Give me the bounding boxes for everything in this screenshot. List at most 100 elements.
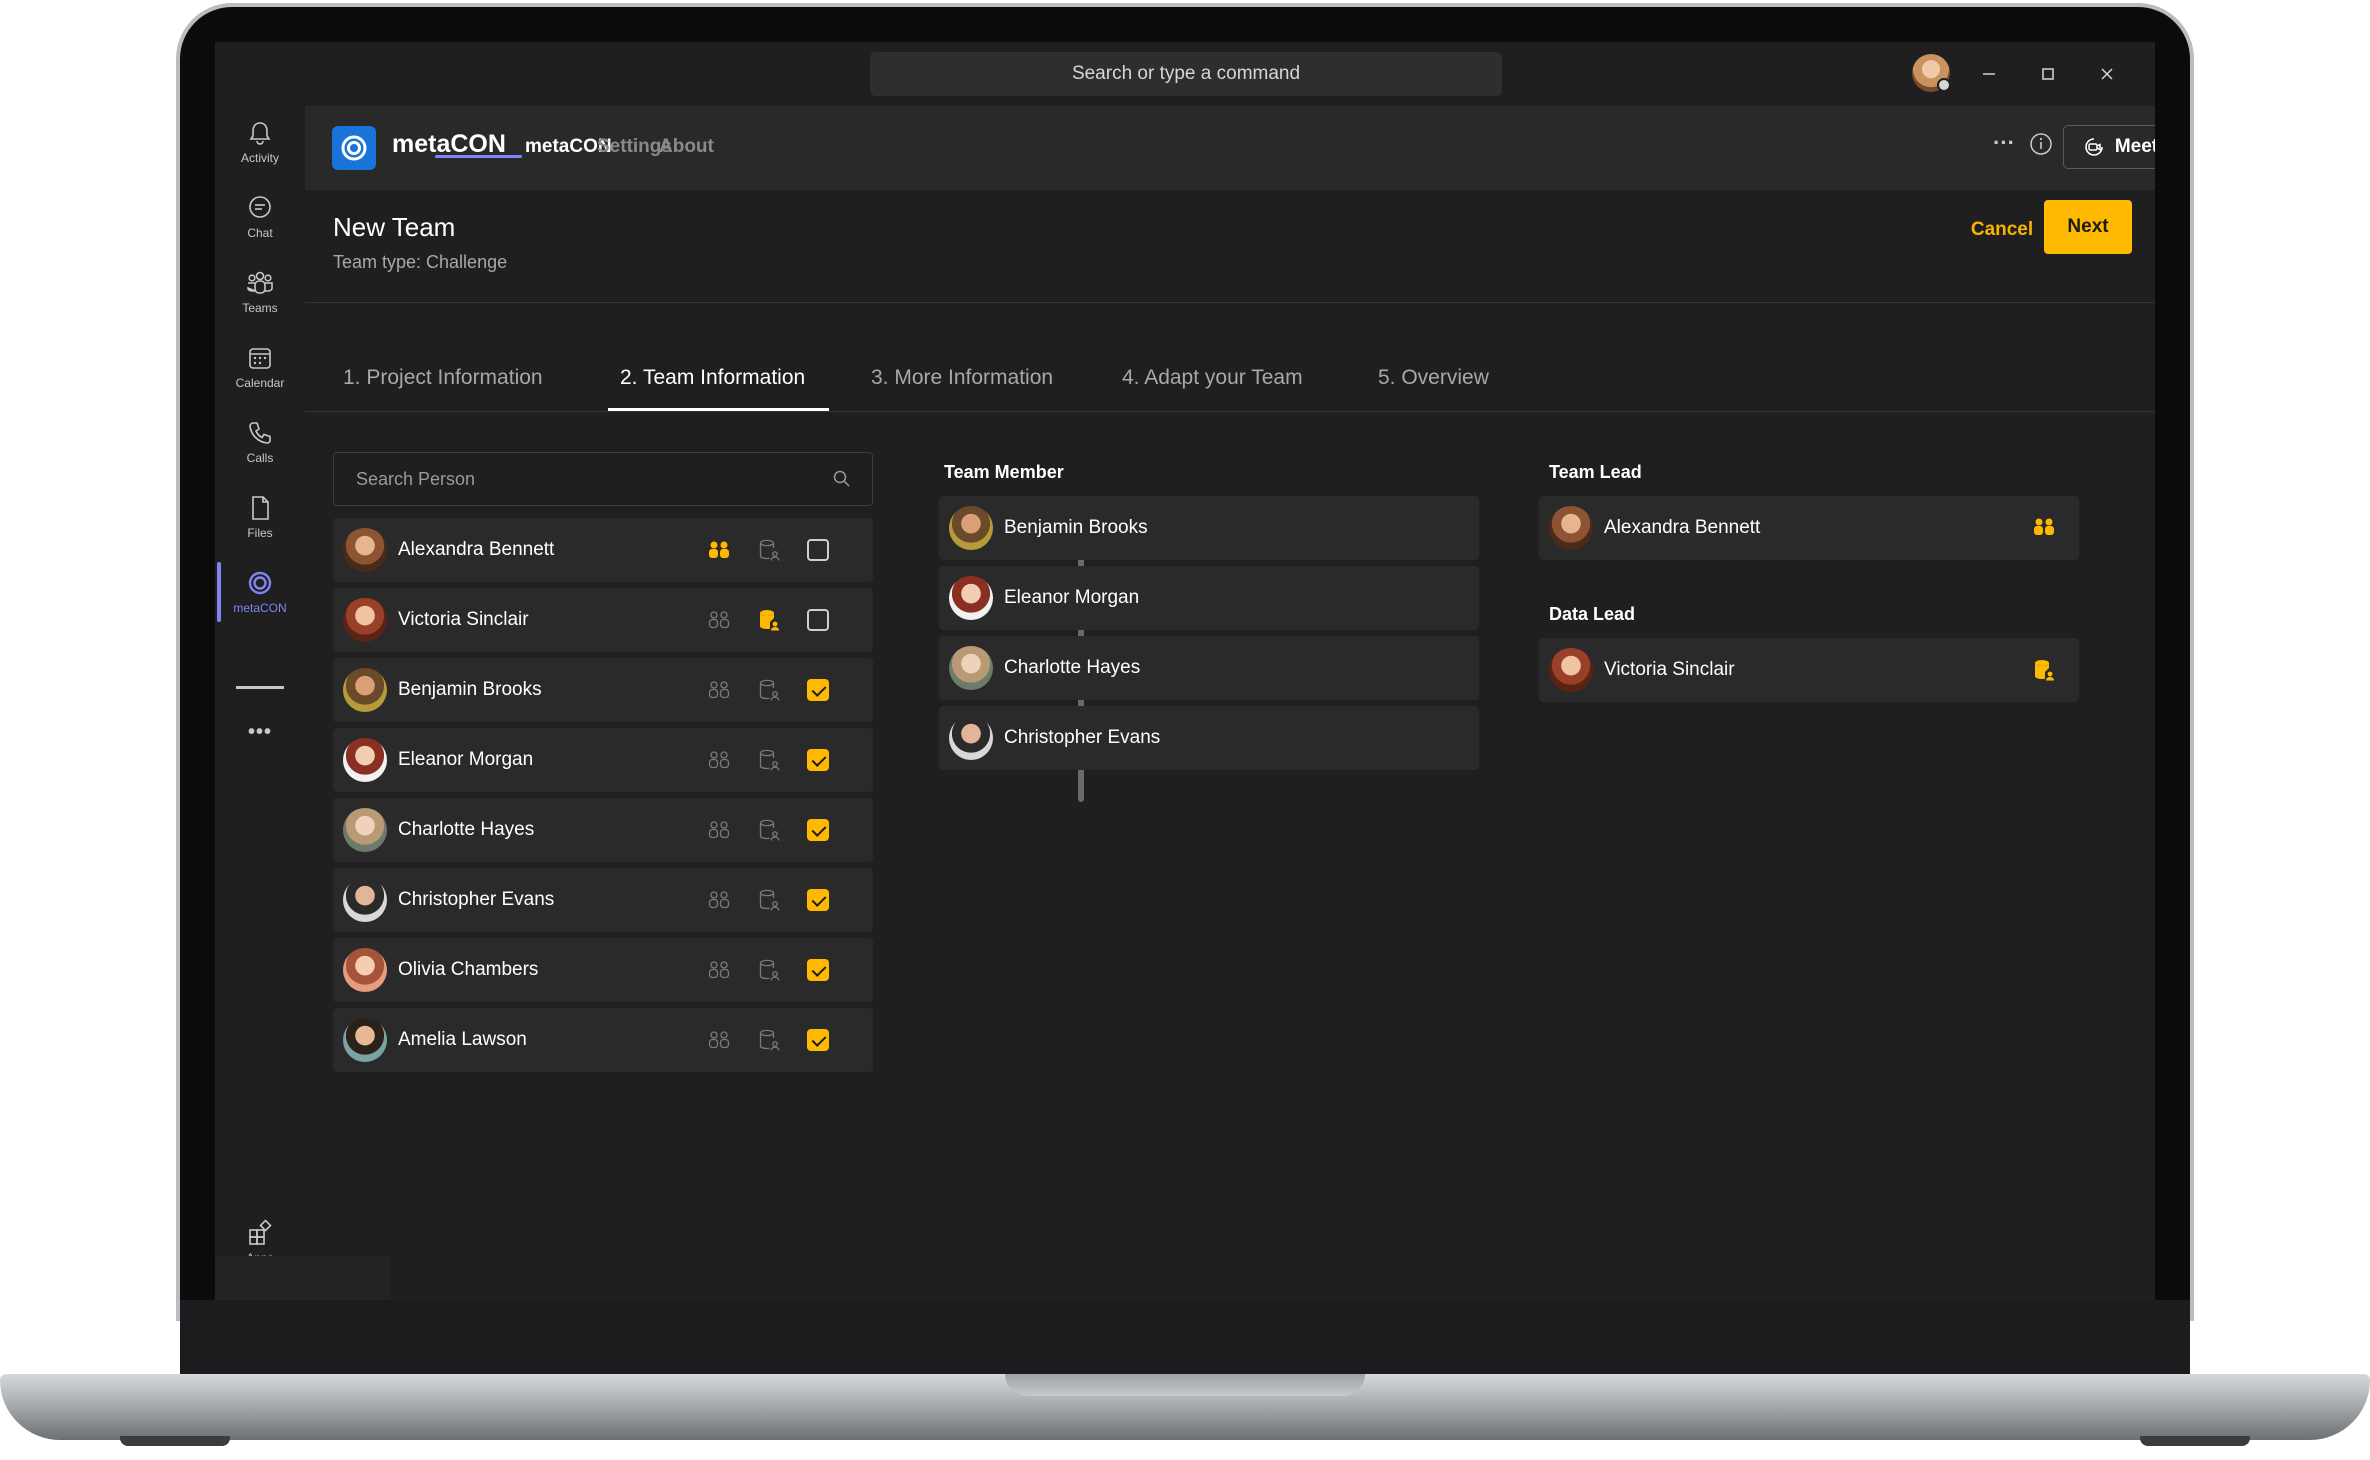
rail-item-calendar[interactable]: Calendar	[215, 331, 305, 403]
member-checkbox[interactable]	[807, 819, 829, 841]
team-member-row[interactable]: Charlotte Hayes	[939, 636, 1479, 700]
team-lead-toggle-icon[interactable]	[706, 607, 732, 633]
team-member-name: Eleanor Morgan	[1004, 587, 1140, 608]
team-lead-toggle-icon[interactable]	[706, 1027, 732, 1053]
team-member-row[interactable]: Benjamin Brooks	[939, 496, 1479, 560]
person-row[interactable]: Charlotte Hayes	[333, 798, 873, 862]
search-person-field[interactable]	[333, 452, 873, 506]
member-checkbox[interactable]	[807, 609, 829, 631]
avatar	[343, 528, 387, 572]
rail-item-files[interactable]: Files	[215, 481, 305, 553]
person-row[interactable]: Amelia Lawson	[333, 1008, 873, 1072]
avatar	[949, 576, 993, 620]
rail-item-label: Calls	[246, 451, 274, 465]
data-lead-name: Victoria Sinclair	[1604, 659, 1735, 680]
avatar	[343, 598, 387, 642]
step-tab-project-information[interactable]: 1. Project Information	[343, 366, 543, 390]
team-lead-toggle-icon[interactable]	[706, 817, 732, 843]
phone-icon	[249, 422, 271, 444]
rail-more-button[interactable]: •••	[215, 696, 305, 768]
rail-item-metacon[interactable]: metaCON	[215, 556, 305, 628]
command-search[interactable]: Search or type a command	[870, 52, 1502, 96]
apps-icon	[249, 1219, 272, 1245]
data-lead-toggle-icon[interactable]	[756, 1027, 782, 1053]
more-options-icon[interactable]: ···	[1993, 130, 2015, 156]
step-tab-overview[interactable]: 5. Overview	[1378, 366, 1489, 390]
metacon-logo-icon	[332, 126, 376, 170]
team-lead-name: Alexandra Bennett	[1604, 517, 1761, 538]
metacon-icon	[248, 571, 272, 595]
data-lead-row[interactable]: Victoria Sinclair	[1539, 638, 2079, 702]
team-member-row[interactable]: Christopher Evans	[939, 706, 1479, 770]
person-row[interactable]: Alexandra Bennett	[333, 518, 873, 582]
data-lead-role-icon	[2035, 660, 2054, 681]
person-name: Olivia Chambers	[398, 959, 539, 980]
step-tab-team-information[interactable]: 2. Team Information	[620, 366, 805, 390]
rail-item-activity[interactable]: Activity	[215, 106, 305, 178]
team-lead-row[interactable]: Alexandra Bennett	[1539, 496, 2079, 560]
member-checkbox[interactable]	[807, 539, 829, 561]
team-lead-toggle-icon[interactable]	[706, 537, 732, 563]
next-button[interactable]: Next	[2044, 200, 2132, 254]
person-name: Benjamin Brooks	[398, 679, 542, 700]
data-lead-toggle-icon[interactable]	[756, 607, 782, 633]
team-member-row[interactable]: Eleanor Morgan	[939, 566, 1479, 630]
more-icon: •••	[247, 720, 272, 743]
close-icon[interactable]	[2089, 56, 2125, 92]
maximize-icon[interactable]	[2030, 56, 2066, 92]
header-divider	[305, 302, 2155, 303]
avatar	[949, 646, 993, 690]
person-name: Charlotte Hayes	[398, 819, 535, 840]
active-tab-indicator	[435, 155, 522, 158]
person-row[interactable]: Christopher Evans	[333, 868, 873, 932]
member-checkbox[interactable]	[807, 679, 829, 701]
meet-label: Meet	[2114, 136, 2155, 157]
tab-about[interactable]: About	[659, 136, 714, 158]
title-bar: Search or type a command	[215, 42, 2155, 106]
data-lead-toggle-icon[interactable]	[756, 887, 782, 913]
avatar	[949, 716, 993, 760]
member-checkbox[interactable]	[807, 889, 829, 911]
team-lead-toggle-icon[interactable]	[706, 747, 732, 773]
data-lead-toggle-icon[interactable]	[756, 817, 782, 843]
avatar	[1549, 648, 1593, 692]
team-lead-toggle-icon[interactable]	[706, 957, 732, 983]
person-row[interactable]: Eleanor Morgan	[333, 728, 873, 792]
minimize-icon[interactable]	[1971, 56, 2007, 92]
person-name: Christopher Evans	[398, 889, 555, 910]
team-lead-title: Team Lead	[1549, 462, 1642, 482]
data-lead-toggle-icon[interactable]	[756, 957, 782, 983]
rail-item-calls[interactable]: Calls	[215, 406, 305, 478]
meet-main-button[interactable]: Meet	[2064, 126, 2155, 168]
data-lead-toggle-icon[interactable]	[756, 537, 782, 563]
search-icon[interactable]	[832, 469, 852, 489]
person-row[interactable]: Victoria Sinclair	[333, 588, 873, 652]
member-checkbox[interactable]	[807, 959, 829, 981]
avatar	[343, 1018, 387, 1062]
bell-icon	[249, 122, 271, 145]
laptop-foot-left	[120, 1436, 230, 1446]
info-icon[interactable]	[2029, 132, 2053, 162]
rail-item-teams[interactable]: Teams	[215, 256, 305, 328]
person-row[interactable]: Benjamin Brooks	[333, 658, 873, 722]
app-header: metaCON metaCON Settings About ··· Meet	[305, 106, 2155, 190]
left-rail: Activity Chat Teams Calendar Calls Files…	[215, 106, 305, 1300]
step-tab-more-information[interactable]: 3. More Information	[871, 366, 1053, 390]
team-lead-toggle-icon[interactable]	[706, 887, 732, 913]
meet-button[interactable]: Meet	[2063, 125, 2155, 169]
member-checkbox[interactable]	[807, 749, 829, 771]
rail-item-chat[interactable]: Chat	[215, 181, 305, 253]
team-lead-toggle-icon[interactable]	[706, 677, 732, 703]
calendar-icon	[249, 348, 271, 369]
person-row[interactable]: Olivia Chambers	[333, 938, 873, 1002]
step-tab-adapt-your-team[interactable]: 4. Adapt your Team	[1122, 366, 1303, 390]
data-lead-toggle-icon[interactable]	[756, 677, 782, 703]
member-checkbox[interactable]	[807, 1029, 829, 1051]
avatar	[1549, 506, 1593, 550]
search-person-input[interactable]	[356, 468, 816, 490]
team-member-name: Charlotte Hayes	[1004, 657, 1141, 678]
data-lead-toggle-icon[interactable]	[756, 747, 782, 773]
rail-divider	[236, 686, 284, 689]
cancel-button[interactable]: Cancel	[1945, 204, 2059, 256]
person-name: Alexandra Bennett	[398, 539, 555, 560]
